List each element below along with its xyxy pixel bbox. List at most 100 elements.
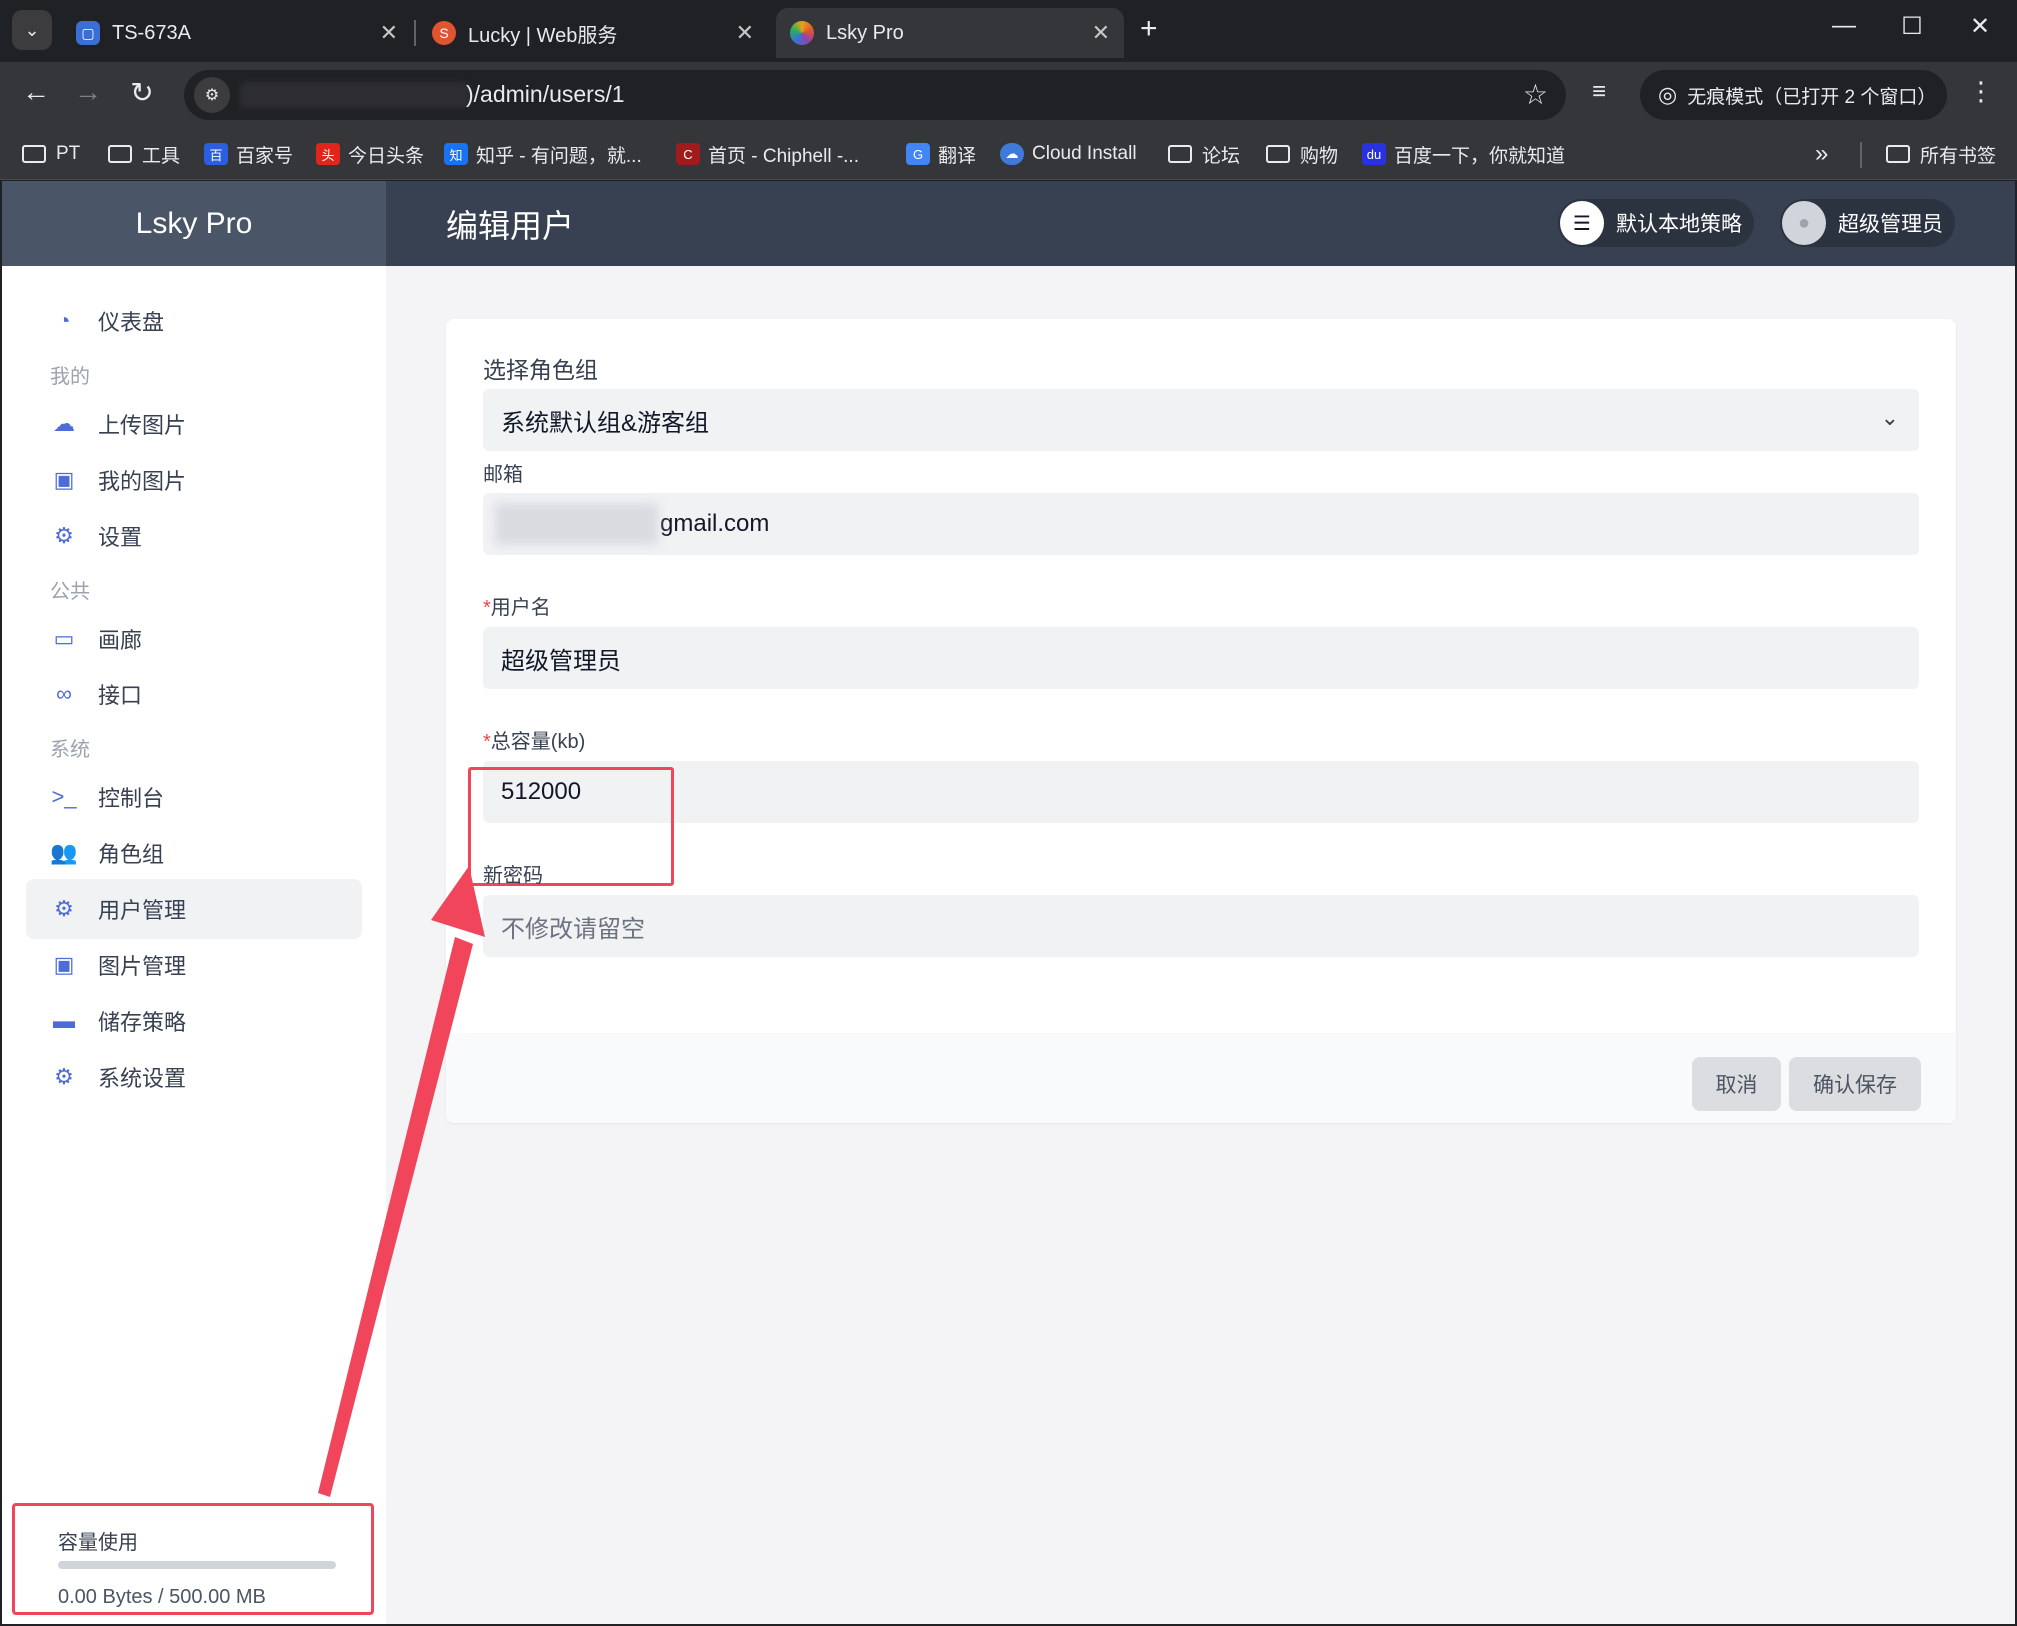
user-label: 超级管理员 bbox=[1838, 213, 1943, 236]
dashboard-icon: ◔ bbox=[57, 308, 71, 333]
bookmark-folder-pt[interactable]: PT bbox=[22, 138, 80, 170]
bookmark-zhihu[interactable]: 知知乎 - 有问题，就... bbox=[444, 138, 642, 170]
bookmark-label: 首页 - Chiphell -... bbox=[708, 145, 859, 167]
translate-icon: G bbox=[906, 143, 930, 165]
bookmark-translate[interactable]: G 翻译 bbox=[906, 138, 976, 170]
role-select[interactable]: 系统默认组&游客组 ⌄ bbox=[483, 389, 1919, 451]
folder-icon bbox=[22, 145, 46, 163]
close-tab-icon[interactable]: ✕ bbox=[1092, 20, 1110, 46]
capacity-field[interactable]: 512000 bbox=[483, 761, 1919, 823]
reload-icon[interactable]: ↻ bbox=[122, 76, 162, 109]
cloud-upload-icon: ☁ bbox=[53, 411, 75, 436]
bookmark-label: 百度一下，你就知道 bbox=[1394, 145, 1566, 167]
all-bookmarks[interactable]: 所有书签 bbox=[1886, 138, 1996, 170]
sidebar-item-gallery[interactable]: ▭ 画廊 bbox=[26, 609, 362, 669]
sidebar-item-label: 储存策略 bbox=[98, 1010, 187, 1035]
blurred-host bbox=[240, 82, 470, 108]
reading-list-icon[interactable]: ≡ bbox=[1592, 78, 1606, 106]
email-field[interactable]: gmail.com bbox=[483, 493, 1919, 555]
sidebar-item-storage[interactable]: ▬ 储存策略 bbox=[26, 991, 362, 1051]
usage-progress-bar bbox=[58, 1561, 336, 1569]
password-field[interactable]: 不修改请留空 bbox=[483, 895, 1919, 957]
sidebar-item-label: 我的图片 bbox=[98, 469, 187, 494]
close-window-icon[interactable]: ✕ bbox=[1960, 12, 2000, 41]
username-field[interactable]: 超级管理员 bbox=[483, 627, 1919, 689]
bookmark-cloud-install[interactable]: ☁ Cloud Install bbox=[1000, 138, 1137, 170]
bookmark-baidu[interactable]: du 百度一下，你就知道 bbox=[1362, 138, 1565, 170]
sidebar-item-console[interactable]: >_ 控制台 bbox=[26, 767, 362, 827]
incognito-label: 无痕模式（已打开 2 个窗口） bbox=[1687, 86, 1937, 108]
tab-lsky-pro[interactable]: Lsky Pro ✕ bbox=[776, 8, 1124, 58]
tab-title: Lsky Pro bbox=[826, 21, 904, 44]
username-value: 超级管理员 bbox=[501, 647, 621, 675]
menu-icon[interactable]: ⋮ bbox=[1968, 76, 1994, 107]
sidebar-item-roles[interactable]: 👥 角色组 bbox=[26, 823, 362, 883]
cogs-icon: ⚙ bbox=[54, 1064, 74, 1089]
bookmark-star-icon[interactable]: ☆ bbox=[1523, 78, 1548, 111]
sidebar-item-system-settings[interactable]: ⚙ 系统设置 bbox=[26, 1047, 362, 1107]
bookmark-chiphell[interactable]: C 首页 - Chiphell -... bbox=[676, 138, 859, 170]
sidebar-item-label: 用户管理 bbox=[98, 898, 187, 923]
zhihu-icon: 知 bbox=[444, 143, 468, 165]
folder-icon bbox=[1886, 145, 1910, 163]
save-button[interactable]: 确认保存 bbox=[1789, 1057, 1921, 1111]
back-icon[interactable]: ← bbox=[16, 76, 56, 108]
images-icon: ▣ bbox=[53, 467, 75, 492]
hdd-icon: ▬ bbox=[53, 1008, 75, 1033]
tab-ts673a[interactable]: ▢ TS-673A ✕ bbox=[62, 8, 412, 58]
sidebar-item-label: 控制台 bbox=[98, 786, 165, 811]
sidebar: ◔ 仪表盘 我的 ☁ 上传图片 ▣ 我的图片 ⚙ 设置 公共 ▭ 画廊 ∞ 接口 系统 >_… bbox=[2, 266, 386, 1624]
close-tab-icon[interactable]: ✕ bbox=[736, 20, 754, 46]
sidebar-item-users[interactable]: ⚙ 用户管理 bbox=[26, 879, 362, 939]
bookmark-folder-tools[interactable]: 工具 bbox=[108, 138, 180, 170]
sidebar-item-dashboard[interactable]: ◔ 仪表盘 bbox=[26, 291, 362, 351]
cancel-button[interactable]: 取消 bbox=[1692, 1057, 1781, 1111]
sidebar-item-settings[interactable]: ⚙ 设置 bbox=[26, 506, 362, 566]
link-icon: ∞ bbox=[56, 681, 72, 706]
maximize-icon[interactable]: ☐ bbox=[1892, 12, 1932, 41]
username-label-text: 用户名 bbox=[490, 597, 551, 619]
password-label: 新密码 bbox=[483, 865, 543, 887]
users-cog-icon: ⚙ bbox=[54, 896, 74, 921]
address-bar[interactable]: ⚙ )/admin/users/1 ☆ bbox=[184, 70, 1566, 120]
minimize-icon[interactable]: — bbox=[1824, 12, 1864, 40]
sidebar-item-images-admin[interactable]: ▣ 图片管理 bbox=[26, 935, 362, 995]
sidebar-item-label: 设置 bbox=[98, 525, 143, 550]
new-tab-icon[interactable]: + bbox=[1140, 12, 1158, 46]
qnap-favicon-icon: ▢ bbox=[76, 21, 100, 45]
tab-lucky[interactable]: S Lucky | Web服务 ✕ bbox=[418, 8, 768, 58]
sidebar-item-my-images[interactable]: ▣ 我的图片 bbox=[26, 450, 362, 510]
incognito-icon: ◎ bbox=[1658, 82, 1678, 107]
incognito-indicator[interactable]: ◎ 无痕模式（已打开 2 个窗口） bbox=[1640, 70, 1947, 120]
close-tab-icon[interactable]: ✕ bbox=[380, 20, 398, 46]
folder-icon bbox=[1168, 145, 1192, 163]
tab-title: Lucky | Web服务 bbox=[468, 24, 618, 47]
sidebar-item-label: 画廊 bbox=[98, 628, 143, 653]
folder-icon bbox=[108, 145, 132, 163]
sidebar-item-label: 角色组 bbox=[98, 842, 165, 867]
role-selected-value: 系统默认组&游客组 bbox=[501, 409, 710, 437]
site-info-icon[interactable]: ⚙ bbox=[194, 77, 230, 113]
forward-icon[interactable]: → bbox=[68, 76, 108, 108]
bookmark-label: 购物 bbox=[1300, 145, 1339, 167]
avatar: ● bbox=[1782, 201, 1826, 245]
bookmark-label: 工具 bbox=[142, 145, 181, 167]
laptop-icon: ▭ bbox=[53, 626, 75, 651]
bookmark-baijiahao[interactable]: 百百家号 bbox=[204, 138, 293, 170]
sidebar-item-api[interactable]: ∞ 接口 bbox=[26, 664, 362, 724]
bookmark-folder-shopping[interactable]: 购物 bbox=[1266, 138, 1338, 170]
capacity-label-text: 总容量(kb) bbox=[490, 731, 586, 753]
section-system: 系统 bbox=[50, 739, 90, 761]
storage-strategy-button[interactable]: ☰ 默认本地策略 bbox=[1558, 199, 1754, 247]
browser-toolbar: ← → ↻ ⚙ )/admin/users/1 ☆ ≡ ◎ 无痕模式（已打开 2… bbox=[0, 62, 2017, 128]
sidebar-item-upload[interactable]: ☁ 上传图片 bbox=[26, 394, 362, 454]
app-brand[interactable]: Lsky Pro bbox=[2, 181, 386, 266]
more-bookmarks-icon[interactable]: » bbox=[1815, 140, 1828, 168]
bookmark-label: 论坛 bbox=[1202, 145, 1241, 167]
password-placeholder: 不修改请留空 bbox=[501, 915, 645, 943]
bookmark-toutiao[interactable]: 头今日头条 bbox=[316, 138, 424, 170]
bookmark-folder-forum[interactable]: 论坛 bbox=[1168, 138, 1240, 170]
edit-user-form: 选择角色组 系统默认组&游客组 ⌄ 邮箱 gmail.com *用户名 超级管理… bbox=[446, 319, 1956, 1123]
tab-search-icon[interactable]: ⌄ bbox=[12, 10, 52, 50]
user-menu-button[interactable]: ● 超级管理员 bbox=[1780, 199, 1955, 247]
